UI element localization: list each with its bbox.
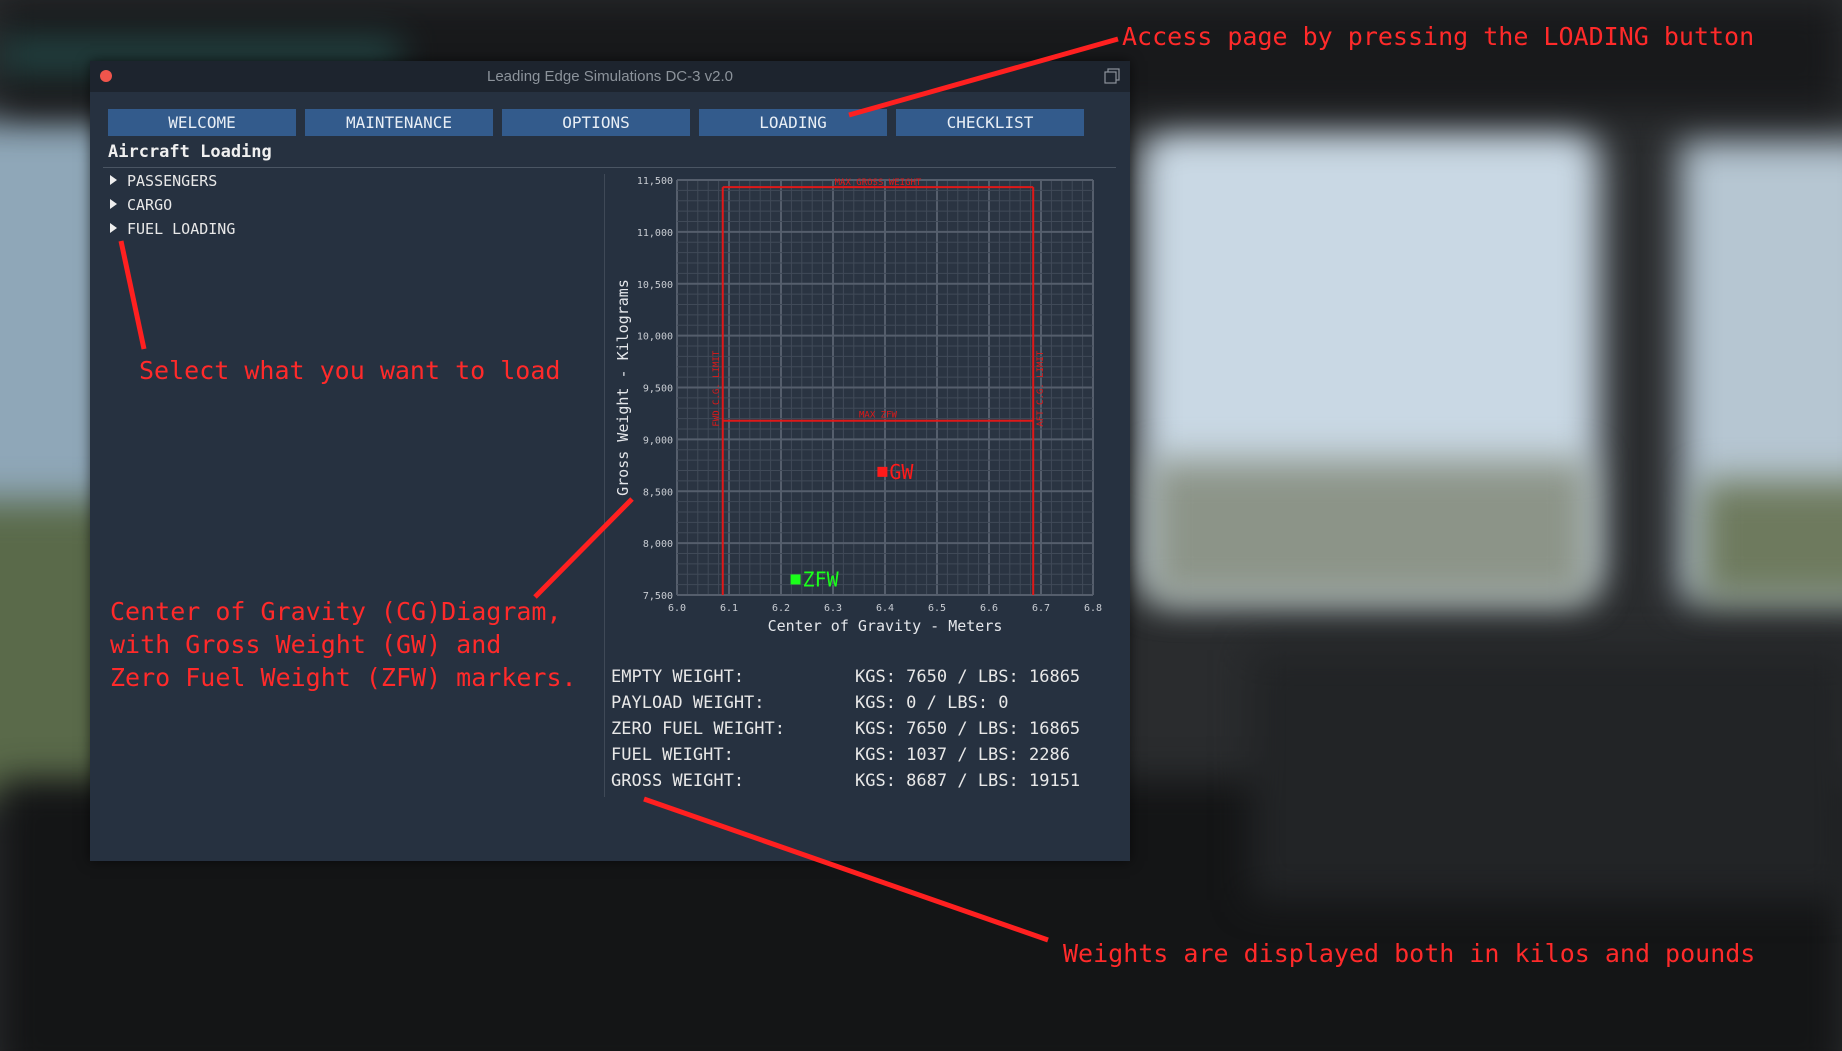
y-tick-label: 10,500 [637,280,673,291]
annotation-access: Access page by pressing the LOADING butt… [1122,22,1755,51]
annotation-weights: Weights are displayed both in kilos and … [1063,939,1756,968]
x-tick-label: 6.8 [1084,603,1102,614]
cg-diagram: 6.0 6.1 6.2 6.3 6.4 6.5 6.6 6.7 6.8 7,500 8,000 8,5… [614,176,1102,635]
annotation-cg-1: Center of Gravity (CG)Diagram, [110,597,562,626]
x-axis-label: Center of Gravity - Meters [768,617,1003,635]
y-tick-label: 11,000 [637,228,673,239]
annotation-cg-3: Zero Fuel Weight (ZFW) markers. [110,663,577,692]
x-tick-label: 6.2 [772,603,790,614]
y-tick-label: 9,000 [643,435,673,446]
x-tick-label: 6.6 [980,603,998,614]
x-tick-label: 6.4 [876,603,894,614]
y-tick-label: 11,500 [637,176,673,187]
y-tick-label: 9,500 [643,384,673,395]
x-tick-label: 6.5 [928,603,946,614]
point-label-zfw: ZFW [803,567,840,591]
x-tick-label: 6.0 [668,603,686,614]
y-axis-label: Gross Weight - Kilograms [614,279,632,496]
fwd-cg-limit-label: FWD C.G. LIMIT [712,350,722,426]
max-zfw-label: MAX ZFW [859,411,898,421]
max-gross-weight-label: MAX GROSS WEIGHT [835,178,922,188]
x-tick-label: 6.7 [1032,603,1050,614]
y-tick-label: 8,500 [643,487,673,498]
y-tick-label: 7,500 [643,591,673,602]
aft-cg-limit-label: AFT C.G. LIMIT [1036,350,1046,426]
y-tick-label: 8,000 [643,539,673,550]
x-tick-label: 6.1 [720,603,738,614]
annotation-cg-2: with Gross Weight (GW) and [110,630,502,659]
x-tick-label: 6.3 [824,603,842,614]
point-label-gw: GW [889,460,914,484]
point-marker-gw [877,466,888,477]
loading-window: Leading Edge Simulations DC-3 v2.0 WELCO… [90,61,1130,861]
point-marker-zfw [790,574,801,585]
annotation-select: Select what you want to load [139,356,561,385]
y-tick-label: 10,000 [637,332,673,343]
